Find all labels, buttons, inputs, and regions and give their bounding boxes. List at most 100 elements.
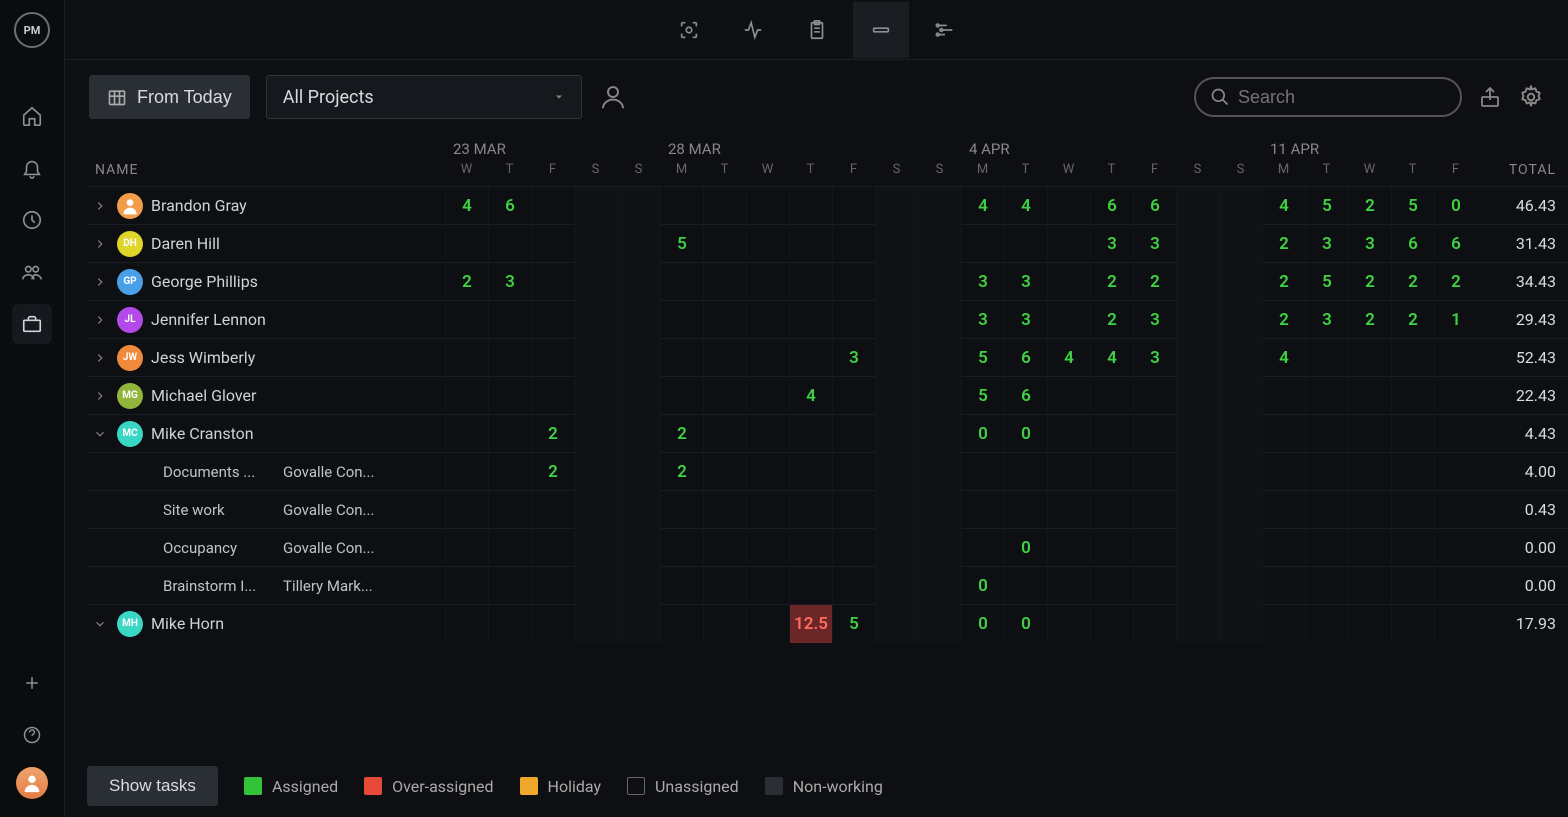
workload-cell[interactable] (1348, 339, 1391, 377)
expand-toggle[interactable] (93, 199, 109, 213)
workload-cell[interactable] (660, 491, 703, 529)
workload-cell[interactable] (445, 339, 488, 377)
workload-cell[interactable] (445, 377, 488, 415)
workload-cell[interactable] (1176, 263, 1219, 301)
workload-cell[interactable] (574, 529, 617, 567)
workload-cell[interactable] (1004, 567, 1047, 605)
workload-cell[interactable]: 2 (1391, 301, 1434, 339)
workload-cell[interactable] (1047, 301, 1090, 339)
workload-cell[interactable]: 4 (1262, 187, 1305, 225)
workload-cell[interactable] (531, 529, 574, 567)
workload-cell[interactable]: 5 (1391, 187, 1434, 225)
workload-cell[interactable] (875, 529, 918, 567)
workload-cell[interactable] (1348, 377, 1391, 415)
workload-cell[interactable] (918, 567, 961, 605)
workload-cell[interactable] (488, 415, 531, 453)
workload-cell[interactable]: 2 (1348, 187, 1391, 225)
add-icon[interactable] (12, 663, 52, 703)
workload-cell[interactable] (703, 187, 746, 225)
workload-cell[interactable]: 2 (1391, 263, 1434, 301)
workload-cell[interactable] (660, 567, 703, 605)
workload-cell[interactable]: 5 (961, 339, 1004, 377)
workload-cell[interactable] (1176, 529, 1219, 567)
workload-cell[interactable] (488, 377, 531, 415)
expand-toggle[interactable] (93, 617, 109, 631)
workload-cell[interactable]: 0 (1004, 415, 1047, 453)
user-avatar[interactable] (16, 767, 48, 799)
workload-cell[interactable] (832, 567, 875, 605)
workload-cell[interactable]: 4 (961, 187, 1004, 225)
workload-cell[interactable]: 2 (660, 453, 703, 491)
workload-cell[interactable] (1090, 453, 1133, 491)
workload-cell[interactable] (1090, 567, 1133, 605)
workload-cell[interactable]: 3 (1004, 263, 1047, 301)
workload-cell[interactable] (832, 491, 875, 529)
expand-toggle[interactable] (93, 237, 109, 251)
workload-cell[interactable] (1047, 491, 1090, 529)
workload-cell[interactable]: 3 (832, 339, 875, 377)
workload-cell[interactable]: 3 (1348, 225, 1391, 263)
workload-cell[interactable]: 12.5 (789, 605, 832, 643)
workload-cell[interactable]: 5 (660, 225, 703, 263)
workload-cell[interactable] (789, 263, 832, 301)
workload-cell[interactable] (617, 263, 660, 301)
timeline-icon[interactable] (917, 2, 973, 58)
workload-cell[interactable] (1262, 377, 1305, 415)
workload-cell[interactable] (1133, 605, 1176, 643)
workload-cell[interactable] (1219, 567, 1262, 605)
workload-cell[interactable] (445, 453, 488, 491)
workload-cell[interactable] (1391, 529, 1434, 567)
workload-cell[interactable] (574, 415, 617, 453)
workload-cell[interactable] (1305, 529, 1348, 567)
workload-cell[interactable] (875, 187, 918, 225)
workload-cell[interactable]: 4 (789, 377, 832, 415)
workload-cell[interactable] (1262, 567, 1305, 605)
expand-toggle[interactable] (93, 313, 109, 327)
workload-cell[interactable] (1391, 339, 1434, 377)
workload-cell[interactable] (531, 263, 574, 301)
workload-cell[interactable] (617, 301, 660, 339)
workload-cell[interactable] (918, 453, 961, 491)
workload-cell[interactable] (703, 491, 746, 529)
workload-cell[interactable] (789, 491, 832, 529)
workload-cell[interactable] (445, 491, 488, 529)
home-icon[interactable] (12, 96, 52, 136)
help-icon[interactable] (12, 715, 52, 755)
workload-cell[interactable] (445, 225, 488, 263)
workload-cell[interactable] (531, 339, 574, 377)
workload-cell[interactable] (789, 301, 832, 339)
workload-cell[interactable] (746, 187, 789, 225)
workload-cell[interactable] (1090, 377, 1133, 415)
workload-cell[interactable] (1262, 605, 1305, 643)
workload-cell[interactable] (789, 567, 832, 605)
workload-cell[interactable] (488, 605, 531, 643)
workload-cell[interactable]: 3 (1090, 225, 1133, 263)
workload-cell[interactable]: 3 (488, 263, 531, 301)
workload-cell[interactable] (1219, 187, 1262, 225)
search-box[interactable] (1194, 77, 1462, 117)
workload-cell[interactable] (1305, 567, 1348, 605)
workload-cell[interactable]: 2 (660, 415, 703, 453)
workload-cell[interactable] (445, 529, 488, 567)
workload-cell[interactable] (1348, 567, 1391, 605)
workload-cell[interactable] (875, 567, 918, 605)
workload-cell[interactable] (1391, 567, 1434, 605)
workload-cell[interactable] (488, 567, 531, 605)
workload-cell[interactable] (961, 225, 1004, 263)
workload-cell[interactable] (1219, 491, 1262, 529)
workload-cell[interactable] (1305, 339, 1348, 377)
expand-toggle[interactable] (93, 275, 109, 289)
workload-cell[interactable]: 2 (531, 453, 574, 491)
workload-cell[interactable]: 0 (1004, 529, 1047, 567)
workload-cell[interactable] (703, 415, 746, 453)
workload-cell[interactable]: 0 (961, 567, 1004, 605)
workload-cell[interactable] (617, 605, 660, 643)
workload-cell[interactable] (1219, 415, 1262, 453)
workload-cell[interactable] (875, 377, 918, 415)
workload-cell[interactable] (875, 339, 918, 377)
workload-cell[interactable] (875, 225, 918, 263)
workload-cell[interactable] (1219, 377, 1262, 415)
workload-cell[interactable] (832, 377, 875, 415)
workload-cell[interactable]: 1 (1434, 301, 1477, 339)
workload-cell[interactable] (445, 567, 488, 605)
